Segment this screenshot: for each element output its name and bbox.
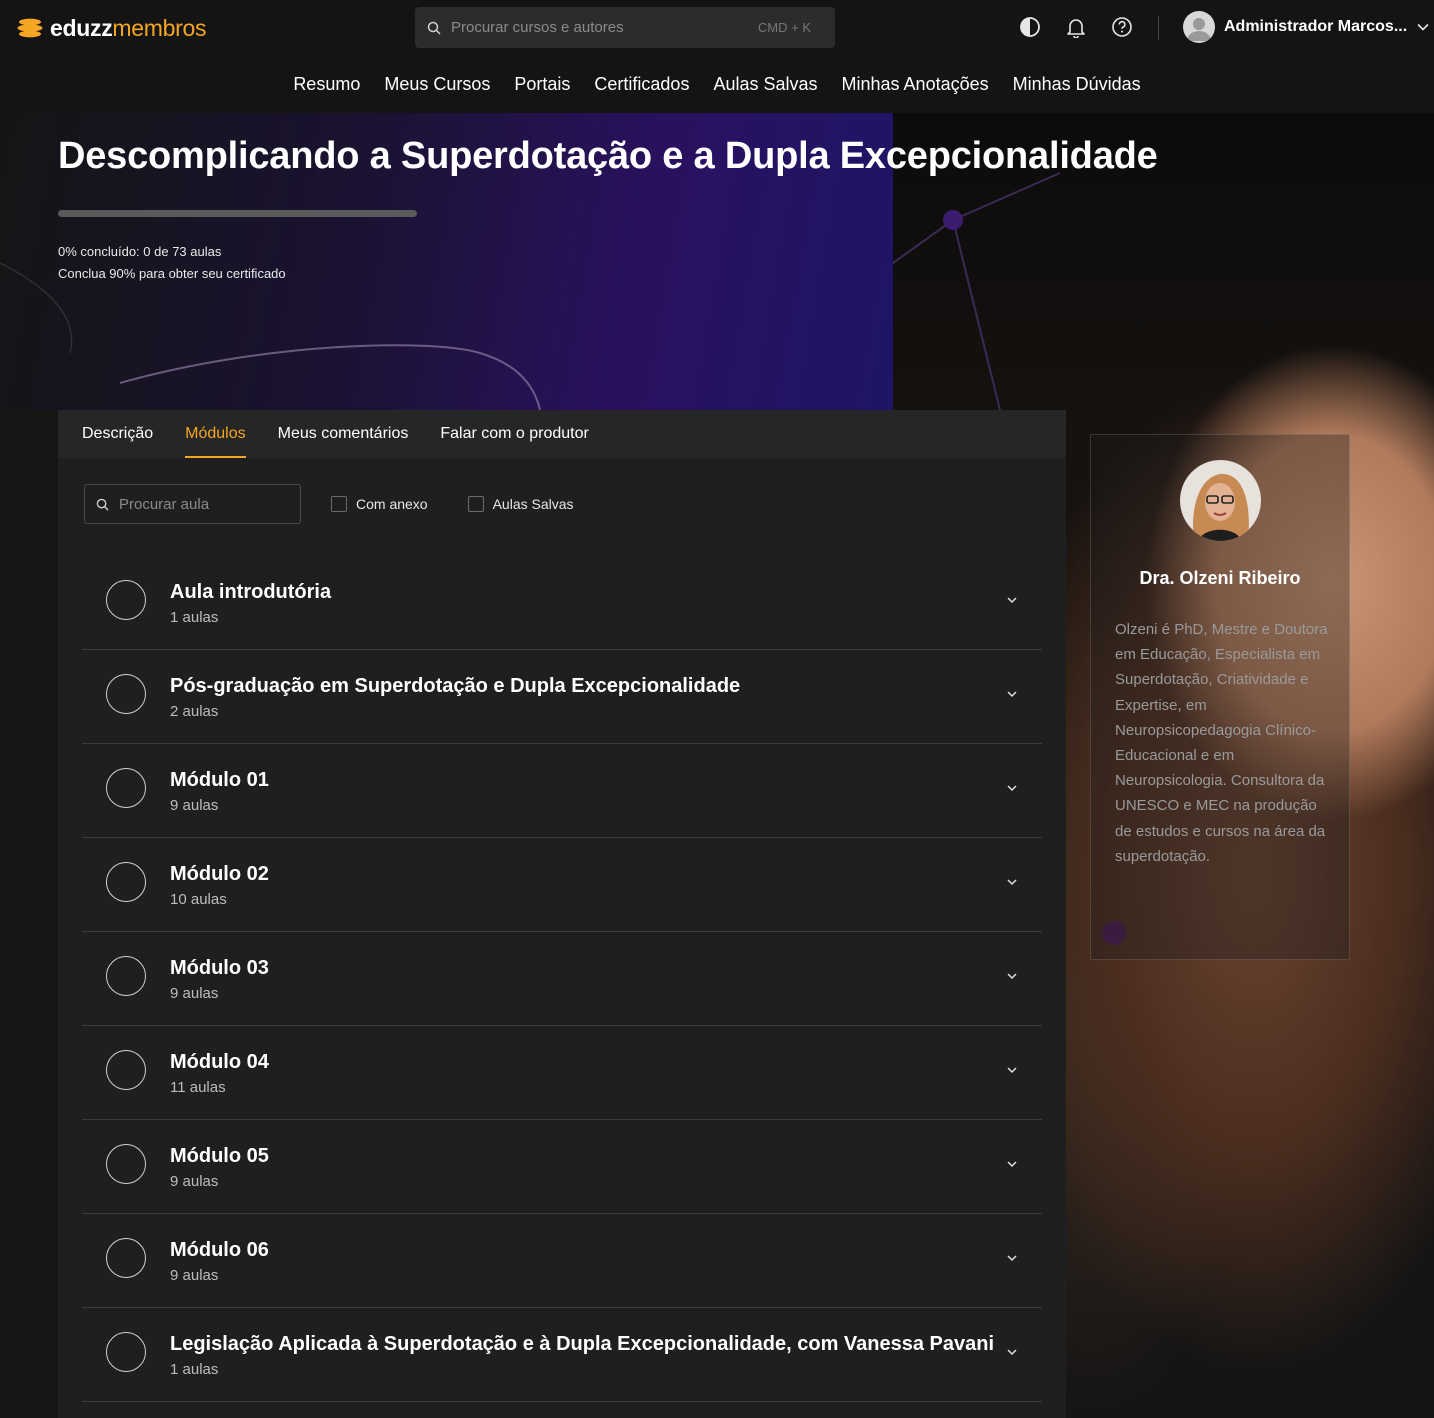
lesson-search-input[interactable]: Procurar aula	[84, 484, 301, 524]
chevron-down-icon[interactable]	[1006, 1064, 1018, 1076]
search-icon	[427, 21, 441, 35]
module-row[interactable]: Módulo 01 9 aulas	[82, 744, 1042, 838]
module-row[interactable]: Módulo 03 9 aulas	[82, 932, 1042, 1026]
module-title: Módulo 05	[170, 1145, 269, 1167]
module-lesson-count: 9 aulas	[170, 1267, 219, 1284]
eduzz-logo-icon	[17, 18, 43, 38]
nav-portais[interactable]: Portais	[514, 74, 570, 95]
tab-falar-com-produtor[interactable]: Falar com o produtor	[440, 410, 589, 458]
completion-circle-icon	[106, 674, 146, 714]
module-title: Módulo 03	[170, 957, 269, 979]
module-row[interactable]: Pós-graduação em Superdotação e Dupla Ex…	[82, 650, 1042, 744]
lesson-filters: Procurar aula Com anexo Aulas Salvas	[84, 484, 574, 524]
saved-lessons-checkbox[interactable]: Aulas Salvas	[467, 496, 574, 512]
chevron-down-icon[interactable]	[1006, 1158, 1018, 1170]
tab-modulos[interactable]: Módulos	[185, 410, 247, 458]
avatar	[1183, 11, 1215, 43]
module-row[interactable]: Módulo 02 10 aulas	[82, 838, 1042, 932]
completion-circle-icon	[106, 1238, 146, 1278]
module-list: Aula introdutória 1 aulas Pós-graduação …	[82, 556, 1042, 1402]
search-shortcut: CMD + K	[757, 20, 811, 35]
module-lesson-count: 1 aulas	[170, 609, 219, 626]
producer-card: Dra. Olzeni Ribeiro Olzeni é PhD, Mestre…	[1090, 434, 1350, 960]
module-lesson-count: 10 aulas	[170, 891, 227, 908]
chevron-down-icon[interactable]	[1006, 782, 1018, 794]
module-lesson-count: 9 aulas	[170, 985, 219, 1002]
eduzz-logo[interactable]: eduzzmembros	[16, 12, 206, 44]
module-row[interactable]: Aula introdutória 1 aulas	[82, 556, 1042, 650]
producer-photo	[1180, 460, 1261, 541]
bell-icon[interactable]	[1064, 15, 1088, 39]
progress-text: 0% concluído: 0 de 73 aulas	[58, 244, 222, 259]
module-row[interactable]: Módulo 06 9 aulas	[82, 1214, 1042, 1308]
main-navigation: Resumo Meus Cursos Portais Certificados …	[0, 56, 1434, 113]
module-title: Legislação Aplicada à Superdotação e à D…	[170, 1333, 995, 1355]
module-title: Módulo 01	[170, 769, 269, 791]
module-title: Módulo 02	[170, 863, 269, 885]
help-icon[interactable]	[1110, 15, 1134, 39]
completion-circle-icon	[106, 862, 146, 902]
module-lesson-count: 1 aulas	[170, 1361, 219, 1378]
nav-certificados[interactable]: Certificados	[594, 74, 689, 95]
lesson-search-placeholder: Procurar aula	[119, 495, 210, 513]
tab-descricao[interactable]: Descrição	[82, 410, 153, 458]
certificate-requirement: Conclua 90% para obter seu certificado	[58, 266, 286, 281]
course-progress-bar	[58, 210, 417, 217]
nav-resumo[interactable]: Resumo	[293, 74, 360, 95]
completion-circle-icon	[106, 1050, 146, 1090]
nav-minhas-anotacoes[interactable]: Minhas Anotações	[842, 74, 989, 95]
chevron-down-icon[interactable]	[1006, 876, 1018, 888]
course-content-panel: Descrição Módulos Meus comentários Falar…	[58, 410, 1066, 1418]
nav-aulas-salvas[interactable]: Aulas Salvas	[713, 74, 817, 95]
chevron-down-icon	[1417, 23, 1429, 31]
global-search-input[interactable]: Procurar cursos e autores CMD + K	[415, 7, 835, 48]
course-tabs: Descrição Módulos Meus comentários Falar…	[58, 410, 1066, 458]
module-title: Pós-graduação em Superdotação e Dupla Ex…	[170, 675, 741, 697]
checkbox-box[interactable]	[331, 496, 347, 512]
producer-bio: Olzeni é PhD, Mestre e Doutora em Educaç…	[1115, 621, 1328, 865]
contrast-icon[interactable]	[1018, 15, 1042, 39]
with-attachment-checkbox[interactable]: Com anexo	[331, 496, 428, 512]
nav-minhas-duvidas[interactable]: Minhas Dúvidas	[1013, 74, 1141, 95]
nav-meus-cursos[interactable]: Meus Cursos	[384, 74, 490, 95]
completion-circle-icon	[106, 1144, 146, 1184]
checkbox-box[interactable]	[467, 496, 484, 512]
progress-info: 0% concluído: 0 de 73 aulas Conclua 90% …	[58, 241, 286, 285]
module-row[interactable]: Módulo 05 9 aulas	[82, 1120, 1042, 1214]
search-placeholder: Procurar cursos e autores	[451, 19, 624, 36]
chevron-down-icon[interactable]	[1006, 688, 1018, 700]
chevron-down-icon[interactable]	[1006, 1346, 1018, 1358]
chevron-down-icon[interactable]	[1006, 594, 1018, 606]
module-lesson-count: 9 aulas	[170, 1173, 219, 1190]
tab-meus-comentarios[interactable]: Meus comentários	[278, 410, 409, 458]
module-title: Módulo 04	[170, 1051, 269, 1073]
saved-lessons-label: Aulas Salvas	[492, 496, 574, 512]
with-attachment-label: Com anexo	[356, 496, 428, 512]
user-name: Administrador Marcos...	[1224, 18, 1408, 35]
module-title: Módulo 06	[170, 1239, 269, 1261]
module-title: Aula introdutória	[170, 581, 332, 603]
module-lesson-count: 9 aulas	[170, 797, 219, 814]
top-bar: eduzzmembros Procurar cursos e autores C…	[0, 0, 1434, 56]
logo-text: eduzzmembros	[50, 14, 207, 41]
completion-circle-icon	[106, 1332, 146, 1372]
user-menu[interactable]: Administrador Marcos...	[1183, 11, 1430, 43]
search-icon	[96, 498, 109, 511]
chevron-down-icon[interactable]	[1006, 970, 1018, 982]
completion-circle-icon	[106, 768, 146, 808]
producer-name: Dra. Olzeni Ribeiro	[1139, 568, 1301, 588]
module-row[interactable]: Módulo 04 11 aulas	[82, 1026, 1042, 1120]
completion-circle-icon	[106, 580, 146, 620]
chevron-down-icon[interactable]	[1006, 1252, 1018, 1264]
module-lesson-count: 2 aulas	[170, 703, 219, 720]
header-divider	[1158, 16, 1159, 40]
module-lesson-count: 11 aulas	[170, 1079, 226, 1096]
module-row[interactable]: Legislação Aplicada à Superdotação e à D…	[82, 1308, 1042, 1402]
course-title: Descomplicando a Superdotação e a Dupla …	[58, 135, 1158, 177]
completion-circle-icon	[106, 956, 146, 996]
